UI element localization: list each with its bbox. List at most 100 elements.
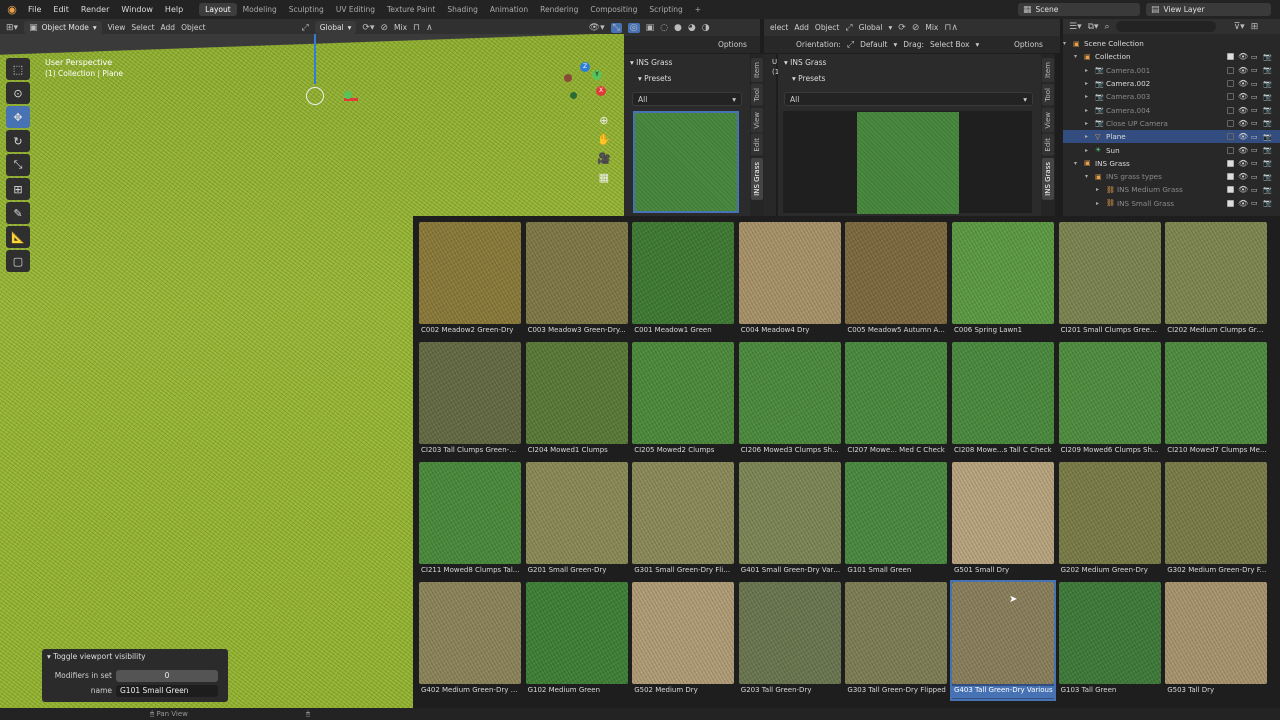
magnet-icon[interactable]: ⊓ (413, 23, 420, 33)
viewport-disable-icon[interactable]: ▭ (1251, 80, 1258, 88)
asset-tile[interactable]: G401 Small Green-Dry Vari... (738, 462, 841, 579)
render-camera-icon[interactable]: 📷 (1263, 119, 1272, 127)
rendered-shading-icon[interactable]: ◑ (702, 23, 710, 33)
blender-logo-icon[interactable]: ◉ (6, 3, 18, 16)
editor-type-icon[interactable]: ⊞▾ (6, 23, 18, 33)
exclude-checkbox[interactable] (1227, 119, 1234, 127)
viewport-disable-icon[interactable]: ▭ (1251, 93, 1258, 101)
asset-tile[interactable]: C006 Spring Lawn1 (952, 222, 1054, 339)
outliner-search-input[interactable] (1115, 21, 1216, 32)
visibility-icon[interactable]: 👁▾ (589, 23, 605, 33)
menu-window[interactable]: Window (115, 5, 159, 14)
render-camera-icon[interactable]: 📷 (1263, 146, 1272, 154)
outliner-row[interactable]: ▸ ⛓ INS Medium Grass 👁 ▭ 📷 (1063, 183, 1280, 196)
sidebar-tab-tool[interactable]: Tool (1042, 83, 1054, 106)
render-camera-icon[interactable]: 📷 (1263, 66, 1272, 74)
asset-tile[interactable]: G501 Small Dry (952, 462, 1054, 579)
expand-arrow-icon[interactable]: ▾ (1074, 53, 1077, 60)
tab-layout[interactable]: Layout (199, 3, 237, 16)
filter-icon[interactable]: ⊽▾ (1234, 22, 1245, 32)
outliner-row[interactable]: ▸ 📷 Close UP Camera 👁 ▭ 📷 (1063, 117, 1280, 130)
tab-sculpting[interactable]: Sculpting (283, 3, 330, 16)
asset-tile[interactable]: G402 Medium Green-Dry V... (419, 582, 521, 699)
proportional-icon-2[interactable]: ⊘ (912, 23, 920, 33)
wireframe-shading-icon[interactable]: ◌ (660, 23, 668, 33)
eye-icon[interactable]: 👁 (1238, 106, 1248, 115)
expand-arrow-icon[interactable]: ▸ (1085, 147, 1088, 154)
expand-arrow-icon[interactable]: ▸ (1096, 200, 1099, 207)
panel-header-ins-grass-2[interactable]: ▾ INS Grass (778, 54, 1041, 70)
expand-arrow-icon[interactable]: ▸ (1085, 107, 1088, 114)
render-camera-icon[interactable]: 📷 (1263, 106, 1272, 114)
new-collection-icon[interactable]: ⊞ (1251, 22, 1259, 32)
asset-tile[interactable]: G101 Small Green (845, 462, 948, 579)
exclude-checkbox[interactable] (1227, 66, 1234, 74)
outliner-row[interactable]: ▸ 📷 Camera.001 👁 ▭ 📷 (1063, 64, 1280, 77)
transform-tool-icon[interactable]: ⊞ (6, 178, 30, 200)
add-cube-tool-icon[interactable]: ▢ (6, 250, 30, 272)
asset-tile[interactable]: G203 Tall Green-Dry (738, 582, 841, 699)
gizmo-neg-y-icon[interactable] (570, 92, 577, 99)
outliner-row[interactable]: ▾ ▣ Scene Collection (1063, 37, 1280, 50)
render-camera-icon[interactable]: 📷 (1263, 159, 1272, 167)
sidebar-tab-view[interactable]: View (751, 107, 763, 133)
annotate-tool-icon[interactable]: ✎ (6, 202, 30, 224)
exclude-checkbox[interactable] (1227, 199, 1234, 207)
asset-tile[interactable]: CI201 Small Clumps Green... (1058, 222, 1161, 339)
panel-header-ins-grass[interactable]: ▾ INS Grass (624, 54, 750, 70)
menu-file[interactable]: File (22, 5, 47, 14)
expand-arrow-icon[interactable]: ▸ (1085, 120, 1088, 127)
asset-tile[interactable]: G403 Tall Green-Dry Various (950, 580, 1056, 701)
exclude-checkbox[interactable] (1227, 80, 1234, 88)
viewport-disable-icon[interactable]: ▭ (1251, 199, 1258, 207)
expand-arrow-icon[interactable]: ▸ (1085, 93, 1088, 100)
view-menu[interactable]: View (108, 23, 126, 32)
expand-arrow-icon[interactable]: ▾ (1063, 40, 1066, 47)
exclude-checkbox[interactable] (1227, 133, 1234, 141)
select-menu-partial[interactable]: elect (770, 23, 788, 32)
snap-icon[interactable]: ⟳▾ (362, 23, 374, 33)
asset-tile[interactable]: G103 Tall Green (1058, 582, 1161, 699)
render-camera-icon[interactable]: 📷 (1263, 53, 1272, 61)
render-camera-icon[interactable]: 📷 (1263, 80, 1272, 88)
eye-icon[interactable]: 👁 (1238, 119, 1248, 128)
expand-arrow-icon[interactable]: ▸ (1085, 133, 1088, 140)
add-workspace-button[interactable]: + (689, 3, 707, 16)
eye-icon[interactable]: 👁 (1238, 199, 1248, 208)
solid-shading-icon[interactable]: ● (674, 23, 682, 33)
expand-arrow-icon[interactable]: ▸ (1085, 80, 1088, 87)
snap-icon-2[interactable]: ⟳ (898, 23, 906, 33)
gizmo-toggle-icon[interactable]: ⤡ (610, 22, 622, 33)
viewport-disable-icon[interactable]: ▭ (1251, 119, 1258, 127)
outliner-row[interactable]: ▸ 📷 Camera.003 👁 ▭ 📷 (1063, 90, 1280, 103)
object-menu[interactable]: Object (181, 23, 205, 32)
options-button[interactable]: Options (718, 40, 747, 49)
asset-tile[interactable]: C001 Meadow1 Green (632, 222, 735, 339)
sidebar-tab-ins-grass[interactable]: INS Grass (751, 157, 763, 200)
eye-icon[interactable]: 👁 (1238, 185, 1248, 194)
exclude-checkbox[interactable] (1227, 146, 1234, 154)
pan-hand-icon[interactable]: ✋ (597, 133, 611, 146)
camera-view-icon[interactable]: 🎥 (597, 152, 611, 165)
tab-scripting[interactable]: Scripting (643, 3, 688, 16)
outliner-row[interactable]: ▾ ▣ INS Grass 👁 ▭ 📷 (1063, 157, 1280, 170)
preset-filter-dropdown[interactable]: All ▾ (632, 92, 742, 106)
shading-mix-label[interactable]: Mix (394, 23, 407, 32)
render-camera-icon[interactable]: 📷 (1263, 133, 1272, 141)
zoom-icon[interactable]: ⊕ (599, 114, 608, 127)
tab-uv-editing[interactable]: UV Editing (330, 3, 381, 16)
transform-selector-2[interactable]: Global (859, 23, 883, 32)
render-camera-icon[interactable]: 📷 (1263, 186, 1272, 194)
exclude-checkbox[interactable] (1227, 106, 1234, 114)
preset-preview-thumbnail-2[interactable] (857, 112, 959, 214)
outliner-editor-icon[interactable]: ☰▾ (1069, 22, 1082, 32)
presets-subpanel-2[interactable]: ▾ Presets (778, 70, 1041, 86)
render-camera-icon[interactable]: 📷 (1263, 93, 1272, 101)
expand-arrow-icon[interactable]: ▾ (1074, 160, 1077, 167)
presets-subpanel[interactable]: ▾ Presets (624, 70, 750, 86)
eye-icon[interactable]: 👁 (1238, 92, 1248, 101)
sidebar-tab-edit[interactable]: Edit (751, 134, 763, 156)
proportional-icon[interactable]: ⊘ (380, 23, 388, 33)
exclude-checkbox[interactable] (1227, 186, 1234, 194)
asset-tile[interactable]: C004 Meadow4 Dry (738, 222, 841, 339)
